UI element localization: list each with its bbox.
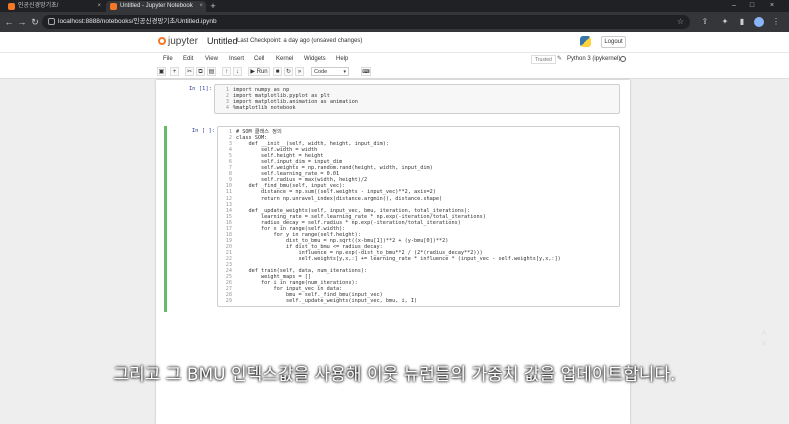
- code-cell-2[interactable]: In [ ]: 1 # SOM 클래스 정의 2 class SOM: 3 def __…: [164, 126, 624, 312]
- bookmark-star-icon[interactable]: ☆: [677, 15, 684, 29]
- copy-icon[interactable]: ⧉: [196, 67, 205, 76]
- menu-file[interactable]: File: [163, 53, 173, 65]
- jupyter-logo-icon: [158, 37, 166, 45]
- code-line: 4 %matplotlib notebook: [215, 105, 619, 111]
- close-tab-icon[interactable]: ×: [199, 1, 203, 12]
- browser-tab-strip: 인공신경망기초/ × Untitled - Jupyter Notebook ×…: [0, 0, 789, 12]
- maximize-icon[interactable]: □: [746, 0, 758, 12]
- video-subtitle: 그리고 그 BMU 인덱스값을 사용해 이웃 뉴런들의 가중치 값을 업데이트합…: [113, 365, 676, 385]
- site-info-icon[interactable]: [48, 18, 55, 25]
- line-number: 29: [225, 298, 232, 305]
- restart-run-icon[interactable]: »: [295, 67, 304, 76]
- run-button[interactable]: ▶ Run: [248, 67, 270, 76]
- interrupt-icon[interactable]: ■: [273, 67, 282, 76]
- cell-type-select[interactable]: Code ▾: [311, 67, 349, 76]
- new-tab-button[interactable]: +: [208, 0, 218, 12]
- browser-toolbar: ← → ↻ localhost:8888/notebooks/인공신경망기초/U…: [0, 12, 789, 32]
- tab-label: 인공신경망기초/: [18, 3, 59, 9]
- close-tab-icon[interactable]: ×: [97, 1, 101, 12]
- jupyter-logo-text: jupyter: [168, 36, 199, 47]
- forward-icon[interactable]: →: [16, 16, 28, 28]
- run-label: Run: [256, 69, 268, 75]
- cut-icon[interactable]: ✂: [185, 67, 194, 76]
- keyboard-icon[interactable]: ⌨: [361, 67, 371, 76]
- menu-widgets[interactable]: Widgets: [304, 53, 326, 65]
- menu-insert[interactable]: Insert: [229, 53, 244, 65]
- menu-kernel[interactable]: Kernel: [276, 53, 293, 65]
- code-text: self._update_weights(input_vec, bmu, i, …: [236, 298, 418, 305]
- code-cell-1[interactable]: In [1]: 1 import numpy as np 2 import matpl…: [164, 84, 624, 118]
- minimize-icon[interactable]: –: [728, 0, 740, 12]
- menu-view[interactable]: View: [205, 53, 218, 65]
- jupyter-header: jupyter Untitled Last Checkpoint: a day …: [0, 32, 789, 52]
- restart-icon[interactable]: ↻: [284, 67, 293, 76]
- jupyter-logo[interactable]: jupyter: [158, 36, 198, 47]
- code-editor[interactable]: 1 import numpy as np 2 import matplotlib.py…: [214, 84, 620, 115]
- menu-bar: File Edit View Insert Cell Kernel Widget…: [0, 52, 789, 65]
- jupyter-favicon-icon: [8, 3, 15, 10]
- sidebar-icon[interactable]: ▮: [737, 17, 747, 27]
- jupyter-favicon-icon: [110, 3, 117, 10]
- insert-cell-icon[interactable]: +: [170, 67, 179, 76]
- edit-pencil-icon[interactable]: ✎: [557, 53, 562, 65]
- cell-prompt: In [ ]:: [191, 128, 215, 134]
- code-line: 29 self._update_weights(input_vec, bmu, …: [218, 298, 619, 304]
- logout-button[interactable]: Logout: [601, 36, 626, 48]
- python-logo-icon: [580, 36, 591, 47]
- cell-prompt: In [1]:: [188, 86, 212, 92]
- scroll-arrows-icon[interactable]: ˄ ˅: [757, 328, 771, 350]
- code-editor[interactable]: 1 # SOM 클래스 정의 2 class SOM: 3 def __init__(s…: [217, 126, 620, 308]
- back-icon[interactable]: ←: [3, 16, 15, 28]
- browser-tab-notebook[interactable]: Untitled - Jupyter Notebook ×: [106, 1, 206, 12]
- address-bar[interactable]: localhost:8888/notebooks/인공신경망기초/Untitle…: [42, 15, 690, 29]
- move-down-icon[interactable]: ↓: [233, 67, 242, 76]
- checkpoint-status: Last Checkpoint: a day ago (unsaved chan…: [237, 38, 363, 44]
- trusted-badge[interactable]: Trusted: [531, 55, 556, 64]
- line-number: 4: [225, 105, 229, 112]
- kernel-name[interactable]: Python 3 (ipykernel): [567, 53, 620, 65]
- browser-tab-folder[interactable]: 인공신경망기초/ ×: [4, 1, 104, 12]
- notebook-title[interactable]: Untitled: [207, 36, 238, 46]
- chevron-down-icon: ▾: [343, 69, 346, 75]
- move-up-icon[interactable]: ↑: [222, 67, 231, 76]
- tab-label: Untitled - Jupyter Notebook: [120, 3, 193, 9]
- cell-type-value: Code: [314, 69, 328, 75]
- share-icon[interactable]: ⇪: [700, 17, 710, 27]
- paste-icon[interactable]: ▤: [207, 67, 216, 76]
- extensions-icon[interactable]: ✦: [720, 17, 730, 27]
- browser-menu-icon[interactable]: ⋮: [771, 17, 781, 27]
- menu-help[interactable]: Help: [336, 53, 348, 65]
- reload-icon[interactable]: ↻: [29, 16, 41, 28]
- notebook-toolbar: ▣ + ✂ ⧉ ▤ ↑ ↓ ▶ Run ■ ↻ » Code ▾ ⌨: [0, 65, 789, 79]
- url-text: localhost:8888/notebooks/인공신경망기초/Untitle…: [58, 18, 217, 25]
- kernel-status-icon: [620, 56, 626, 62]
- menu-edit[interactable]: Edit: [183, 53, 193, 65]
- menu-cell[interactable]: Cell: [254, 53, 264, 65]
- code-text: %matplotlib notebook: [233, 105, 296, 112]
- profile-avatar[interactable]: [754, 17, 764, 27]
- close-window-icon[interactable]: ×: [766, 0, 778, 12]
- save-icon[interactable]: ▣: [157, 67, 166, 76]
